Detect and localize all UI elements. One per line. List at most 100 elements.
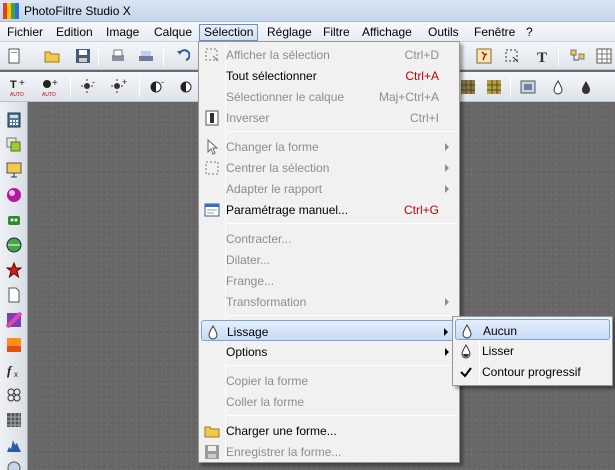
menu-item-label: Dilater... [226,253,271,267]
mosaic-icon[interactable] [458,77,478,97]
invert-icon [203,109,221,127]
menu-item-selectionner-calque[interactable]: Sélectionner le calque Maj+Ctrl+A [201,86,457,107]
sharpen-icon[interactable] [518,77,538,97]
brightness-plus-icon[interactable]: + [110,77,130,97]
pixel-grid-icon[interactable] [4,410,24,430]
new-file-icon[interactable] [4,46,24,66]
app-icon [3,3,19,19]
title-bar: PhotoFiltre Studio X [0,0,615,22]
menu-item-shortcut: Ctrl+G [403,203,439,217]
svg-text:f: f [7,363,13,378]
layout-icon[interactable] [568,46,588,66]
palette-icon[interactable] [4,458,24,470]
function-fx-icon[interactable]: fx [4,360,24,380]
menu-filtre[interactable]: Filtre [318,24,355,41]
submenu-item-contour-progressif[interactable]: Contour progressif [455,361,610,382]
menu-item-label: Transformation [226,295,307,309]
menu-item-inverser[interactable]: Inverser Ctrl+I [201,107,457,128]
menu-item-centrer-selection[interactable]: Centrer la sélection [201,157,457,178]
menu-item-enregistrer-forme[interactable]: Enregistrer la forme... [201,441,457,462]
contrast-minus-icon[interactable]: - [148,77,168,97]
texture-icon[interactable] [484,77,504,97]
run-icon[interactable] [474,46,494,66]
drop-filled-icon [457,342,475,360]
sphere-icon[interactable] [4,185,24,205]
orange-gradient-icon[interactable] [4,335,24,355]
calculator-icon[interactable] [4,110,24,130]
layers-icon[interactable] [4,135,24,155]
menu-item-copier-forme[interactable]: Copier la forme [201,370,457,391]
circles-icon[interactable] [4,385,24,405]
menu-item-label: Paramétrage manuel... [226,203,349,217]
drop-outline-icon [458,322,476,340]
undo-icon[interactable] [172,46,192,66]
menu-item-adapter-rapport[interactable]: Adapter le rapport [201,178,457,199]
menu-fichier[interactable]: Fichier [2,24,48,41]
document-icon[interactable] [4,285,24,305]
menu-item-shortcut: Maj+Ctrl+A [378,90,439,104]
save-disk-icon [203,443,221,461]
menu-image[interactable]: Image [101,24,144,41]
menu-item-changer-forme[interactable]: Changer la forme [201,136,457,157]
contrast-plus-icon[interactable] [178,77,198,97]
menu-item-contracter[interactable]: Contracter... [201,228,457,249]
menu-reglage[interactable]: Réglage [262,24,317,41]
menu-item-afficher-selection[interactable]: Afficher la sélection Ctrl+D [201,44,457,65]
text-tool-icon[interactable]: T [532,46,552,66]
menu-edition[interactable]: Edition [51,24,98,41]
gradient-icon[interactable] [4,160,24,180]
menu-affichage[interactable]: Affichage [357,24,417,41]
submenu-item-aucun[interactable]: Aucun [455,319,610,340]
menu-outils[interactable]: Outils [423,24,464,41]
submenu-arrow-icon [445,348,449,356]
robot-icon[interactable] [4,210,24,230]
menu-item-transformation[interactable]: Transformation [201,291,457,312]
center-selection-icon [203,159,221,177]
menu-item-lissage[interactable]: Lissage [201,320,457,341]
menu-item-shortcut: Ctrl+I [409,111,439,125]
menu-separator [227,315,457,316]
menu-item-label: Changer la forme [226,140,319,154]
auto-contrast-icon[interactable]: T + AUTO [9,77,29,97]
grid-icon[interactable] [594,46,614,66]
histogram-icon[interactable] [4,435,24,455]
menu-item-tout-selectionner[interactable]: Tout sélectionner Ctrl+A [201,65,457,86]
submenu-arrow-icon [445,164,449,172]
menu-separator [227,365,457,366]
print-icon[interactable] [108,46,128,66]
svg-text:T: T [10,79,17,91]
globe-icon[interactable] [4,235,24,255]
menu-item-parametrage-manuel[interactable]: Paramétrage manuel... Ctrl+G [201,199,457,220]
selection-menu: Afficher la sélection Ctrl+D Tout sélect… [198,41,460,463]
menu-item-frange[interactable]: Frange... [201,270,457,291]
toolbar-separator [558,46,559,66]
menu-selection[interactable]: Sélection [199,24,259,41]
menu-fenetre[interactable]: Fenêtre [469,24,520,41]
menu-item-label: Centrer la sélection [226,161,330,175]
purple-gradient-icon[interactable] [4,310,24,330]
submenu-item-lisser[interactable]: Lisser [455,340,610,361]
auto-level-icon[interactable]: + AUTO [41,77,61,97]
menu-item-options[interactable]: Options [201,341,457,362]
submenu-item-label: Aucun [483,324,518,338]
scan-icon[interactable] [136,46,156,66]
selection-tool-icon[interactable] [502,46,522,66]
menu-item-dilater[interactable]: Dilater... [201,249,457,270]
menu-item-charger-forme[interactable]: Charger une forme... [201,420,457,441]
blur-drop-icon[interactable] [548,77,568,97]
svg-text:T: T [537,50,547,64]
submenu-item-label: Contour progressif [482,365,581,379]
brightness-minus-icon[interactable]: - [80,77,100,97]
menu-calque[interactable]: Calque [149,24,197,41]
svg-text:+: + [52,78,58,89]
menu-help[interactable]: ? [521,24,538,41]
star-icon[interactable] [4,260,24,280]
sharpen-drop-icon[interactable] [576,77,596,97]
submenu-item-label: Lisser [482,344,515,358]
menu-item-coller-forme[interactable]: Coller la forme [201,391,457,412]
menu-item-label: Adapter le rapport [226,182,323,196]
window-title: PhotoFiltre Studio X [24,4,131,18]
tool-panel: fx [0,102,28,470]
open-folder-icon[interactable] [42,46,62,66]
save-disk-icon[interactable] [73,46,93,66]
